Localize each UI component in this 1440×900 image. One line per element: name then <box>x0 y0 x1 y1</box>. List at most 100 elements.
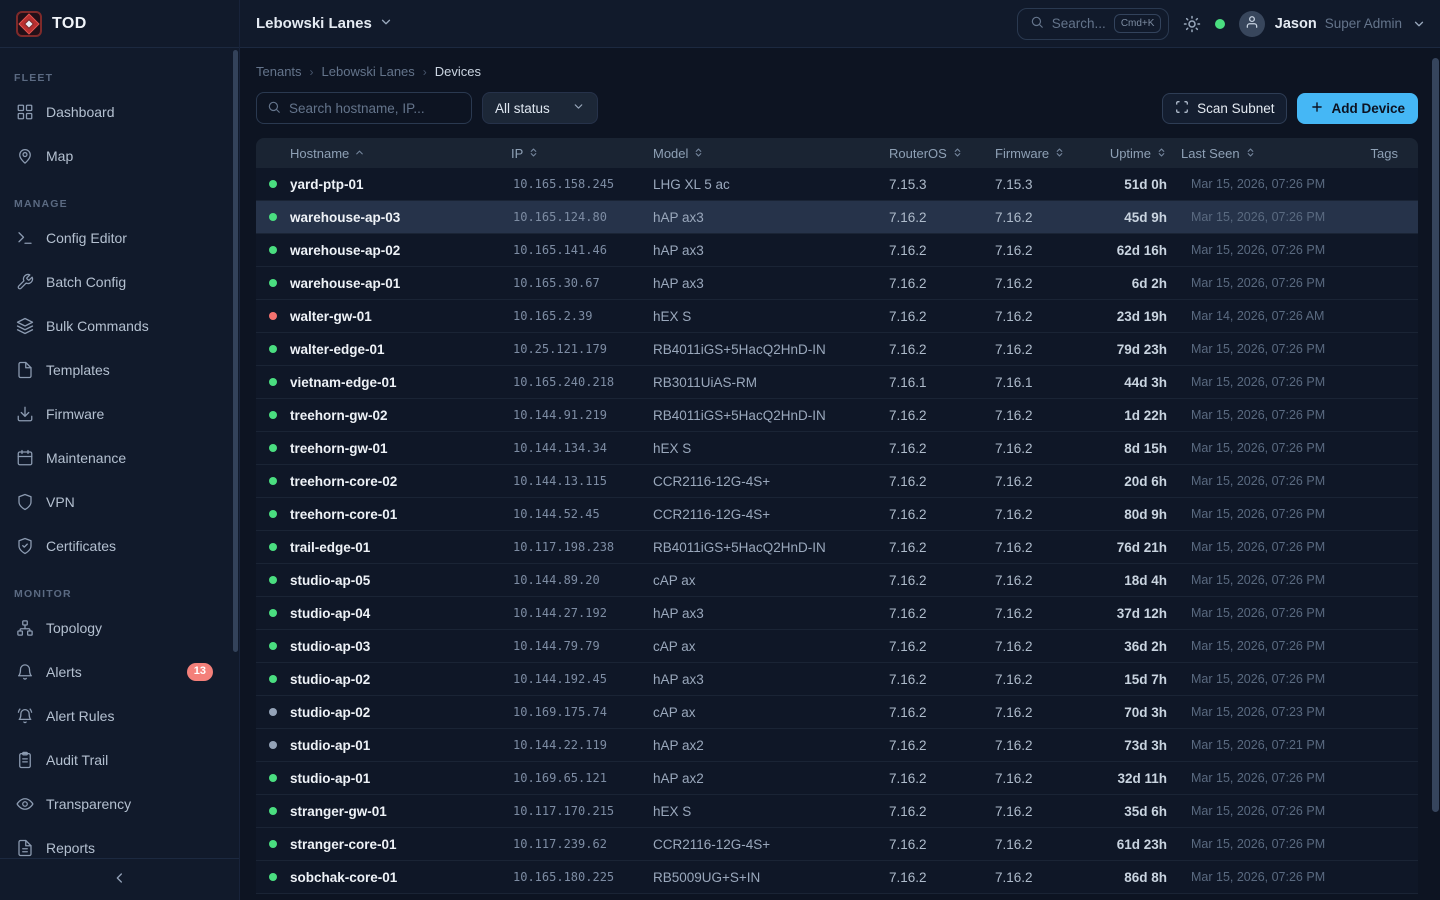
device-row-studio-ap-05[interactable]: studio-ap-0510.144.89.20cAP ax7.16.27.16… <box>256 564 1418 597</box>
sidebar-item-certificates[interactable]: Certificates <box>0 526 239 566</box>
avatar[interactable] <box>1239 11 1265 37</box>
app-window: TOD FLEETDashboardMapMANAGEConfig Editor… <box>0 0 1440 900</box>
device-row-studio-ap-01[interactable]: studio-ap-0110.169.65.121hAP ax27.16.27.… <box>256 762 1418 795</box>
page-scrollbar-thumb[interactable] <box>1432 58 1439 812</box>
cell-routeros: 7.16.2 <box>889 639 995 654</box>
sidebar-nav: FLEETDashboardMapMANAGEConfig EditorBatc… <box>0 48 239 858</box>
cell-routeros: 7.16.2 <box>889 540 995 555</box>
column-header-model[interactable]: Model <box>653 146 889 161</box>
cell-hostname: studio-ap-02 <box>290 705 511 720</box>
device-row-sobchak-core-01[interactable]: sobchak-core-0110.165.180.225RB5009UG+S+… <box>256 861 1418 894</box>
search-icon <box>267 100 281 117</box>
device-search-input[interactable] <box>289 101 461 116</box>
sidebar-item-label: Alert Rules <box>46 708 114 724</box>
cell-uptime: 51d 0h <box>1101 177 1181 192</box>
sort-both-icon <box>693 146 704 161</box>
device-row-studio-ap-04[interactable]: studio-ap-0410.144.27.192hAP ax37.16.27.… <box>256 597 1418 630</box>
sidebar-item-vpn[interactable]: VPN <box>0 482 239 522</box>
status-dot-online <box>269 609 277 617</box>
add-device-button[interactable]: Add Device <box>1297 93 1418 124</box>
device-row-warehouse-ap-02[interactable]: warehouse-ap-0210.165.141.46hAP ax37.16.… <box>256 234 1418 267</box>
column-header-routeros[interactable]: RouterOS <box>889 146 995 161</box>
sidebar-collapse-button[interactable] <box>0 858 239 900</box>
cell-last-seen: Mar 15, 2026, 07:26 PM <box>1181 441 1346 455</box>
cell-uptime: 70d 3h <box>1101 705 1181 720</box>
cell-model: hAP ax3 <box>653 606 889 621</box>
device-row-studio-ap-02[interactable]: studio-ap-0210.169.175.74cAP ax7.16.27.1… <box>256 696 1418 729</box>
status-dot-stale <box>269 708 277 716</box>
cell-uptime: 76d 21h <box>1101 540 1181 555</box>
device-row-stranger-gw-01[interactable]: stranger-gw-0110.117.170.215hEX S7.16.27… <box>256 795 1418 828</box>
device-row-walter-gw-01[interactable]: walter-gw-0110.165.2.39hEX S7.16.27.16.2… <box>256 300 1418 333</box>
device-row-warehouse-ap-01[interactable]: warehouse-ap-0110.165.30.67hAP ax37.16.2… <box>256 267 1418 300</box>
device-row-treehorn-gw-01[interactable]: treehorn-gw-0110.144.134.34hEX S7.16.27.… <box>256 432 1418 465</box>
breadcrumb-tenants[interactable]: Tenants <box>256 64 302 79</box>
device-row-studio-ap-03[interactable]: studio-ap-0310.144.79.79cAP ax7.16.27.16… <box>256 630 1418 663</box>
status-filter-select[interactable]: All status <box>482 92 598 124</box>
column-header-uptime[interactable]: Uptime <box>1101 146 1181 161</box>
device-row-studio-ap-02[interactable]: studio-ap-0210.144.192.45hAP ax37.16.27.… <box>256 663 1418 696</box>
cell-routeros: 7.16.2 <box>889 276 995 291</box>
cell-firmware: 7.16.2 <box>995 474 1101 489</box>
cell-hostname: sobchak-core-01 <box>290 870 511 885</box>
device-row-treehorn-gw-02[interactable]: treehorn-gw-0210.144.91.219RB4011iGS+5Ha… <box>256 399 1418 432</box>
cell-ip: 10.144.27.192 <box>511 606 653 620</box>
sidebar-item-label: Certificates <box>46 538 116 554</box>
grid-icon <box>16 103 34 121</box>
map-pin-icon <box>16 147 34 165</box>
wrench-icon <box>16 273 34 291</box>
status-filter-value: All status <box>495 101 550 116</box>
topbar-right: Search... Cmd+K Jason Super Admin <box>1017 8 1426 40</box>
sidebar-item-alerts[interactable]: Alerts13 <box>0 652 239 692</box>
scan-subnet-button[interactable]: Scan Subnet <box>1162 93 1287 124</box>
column-header-last-seen[interactable]: Last Seen <box>1181 146 1346 161</box>
sidebar-item-config-editor[interactable]: Config Editor <box>0 218 239 258</box>
sidebar-item-audit-trail[interactable]: Audit Trail <box>0 740 239 780</box>
device-row-warehouse-ap-03[interactable]: warehouse-ap-0310.165.124.80hAP ax37.16.… <box>256 201 1418 234</box>
sidebar-item-firmware[interactable]: Firmware <box>0 394 239 434</box>
sidebar-item-reports[interactable]: Reports <box>0 828 239 858</box>
cell-routeros: 7.16.2 <box>889 474 995 489</box>
sidebar-item-bulk-commands[interactable]: Bulk Commands <box>0 306 239 346</box>
sidebar-item-label: Alerts <box>46 664 82 680</box>
theme-toggle-sun-icon[interactable] <box>1183 15 1201 33</box>
device-row-walter-edge-01[interactable]: walter-edge-0110.25.121.179RB4011iGS+5Ha… <box>256 333 1418 366</box>
device-row-stranger-core-01[interactable]: stranger-core-0110.117.239.62CCR2116-12G… <box>256 828 1418 861</box>
sidebar-item-templates[interactable]: Templates <box>0 350 239 390</box>
sidebar-item-dashboard[interactable]: Dashboard <box>0 92 239 132</box>
sidebar-item-maintenance[interactable]: Maintenance <box>0 438 239 478</box>
cell-firmware: 7.16.2 <box>995 507 1101 522</box>
sort-both-icon <box>1245 146 1256 161</box>
sidebar-scrollbar-thumb[interactable] <box>233 50 238 652</box>
column-header-ip[interactable]: IP <box>511 146 653 161</box>
cell-last-seen: Mar 15, 2026, 07:26 PM <box>1181 606 1346 620</box>
device-row-yard-ptp-01[interactable]: yard-ptp-0110.165.158.245LHG XL 5 ac7.15… <box>256 168 1418 201</box>
status-dot-online <box>269 444 277 452</box>
status-dot-down <box>269 312 277 320</box>
user-menu-chevron-icon[interactable] <box>1412 17 1426 31</box>
device-row-vietnam-edge-01[interactable]: vietnam-edge-0110.165.240.218RB3011UiAS-… <box>256 366 1418 399</box>
sidebar-item-alert-rules[interactable]: Alert Rules <box>0 696 239 736</box>
status-dot-online <box>269 840 277 848</box>
page-scrollbar[interactable] <box>1432 0 1440 852</box>
sidebar-item-transparency[interactable]: Transparency <box>0 784 239 824</box>
cell-last-seen: Mar 15, 2026, 07:21 PM <box>1181 738 1346 752</box>
tenant-switcher[interactable]: Lebowski Lanes <box>256 15 393 33</box>
clipboard-icon <box>16 751 34 769</box>
breadcrumb-tenant-name[interactable]: Lebowski Lanes <box>322 64 415 79</box>
cell-routeros: 7.16.2 <box>889 804 995 819</box>
column-header-hostname[interactable]: Hostname <box>290 146 511 161</box>
cell-last-seen: Mar 15, 2026, 07:26 PM <box>1181 342 1346 356</box>
sidebar-item-map[interactable]: Map <box>0 136 239 176</box>
sidebar-item-batch-config[interactable]: Batch Config <box>0 262 239 302</box>
device-row-treehorn-core-02[interactable]: treehorn-core-0210.144.13.115CCR2116-12G… <box>256 465 1418 498</box>
column-header-firmware[interactable]: Firmware <box>995 146 1101 161</box>
cell-hostname: studio-ap-01 <box>290 738 511 753</box>
device-row-treehorn-core-01[interactable]: treehorn-core-0110.144.52.45CCR2116-12G-… <box>256 498 1418 531</box>
sidebar-item-topology[interactable]: Topology <box>0 608 239 648</box>
device-row-trail-edge-01[interactable]: trail-edge-0110.117.198.238RB4011iGS+5Ha… <box>256 531 1418 564</box>
device-search-field[interactable] <box>256 92 472 124</box>
cell-firmware: 7.16.2 <box>995 672 1101 687</box>
global-search[interactable]: Search... Cmd+K <box>1017 8 1169 40</box>
device-row-studio-ap-01[interactable]: studio-ap-0110.144.22.119hAP ax27.16.27.… <box>256 729 1418 762</box>
